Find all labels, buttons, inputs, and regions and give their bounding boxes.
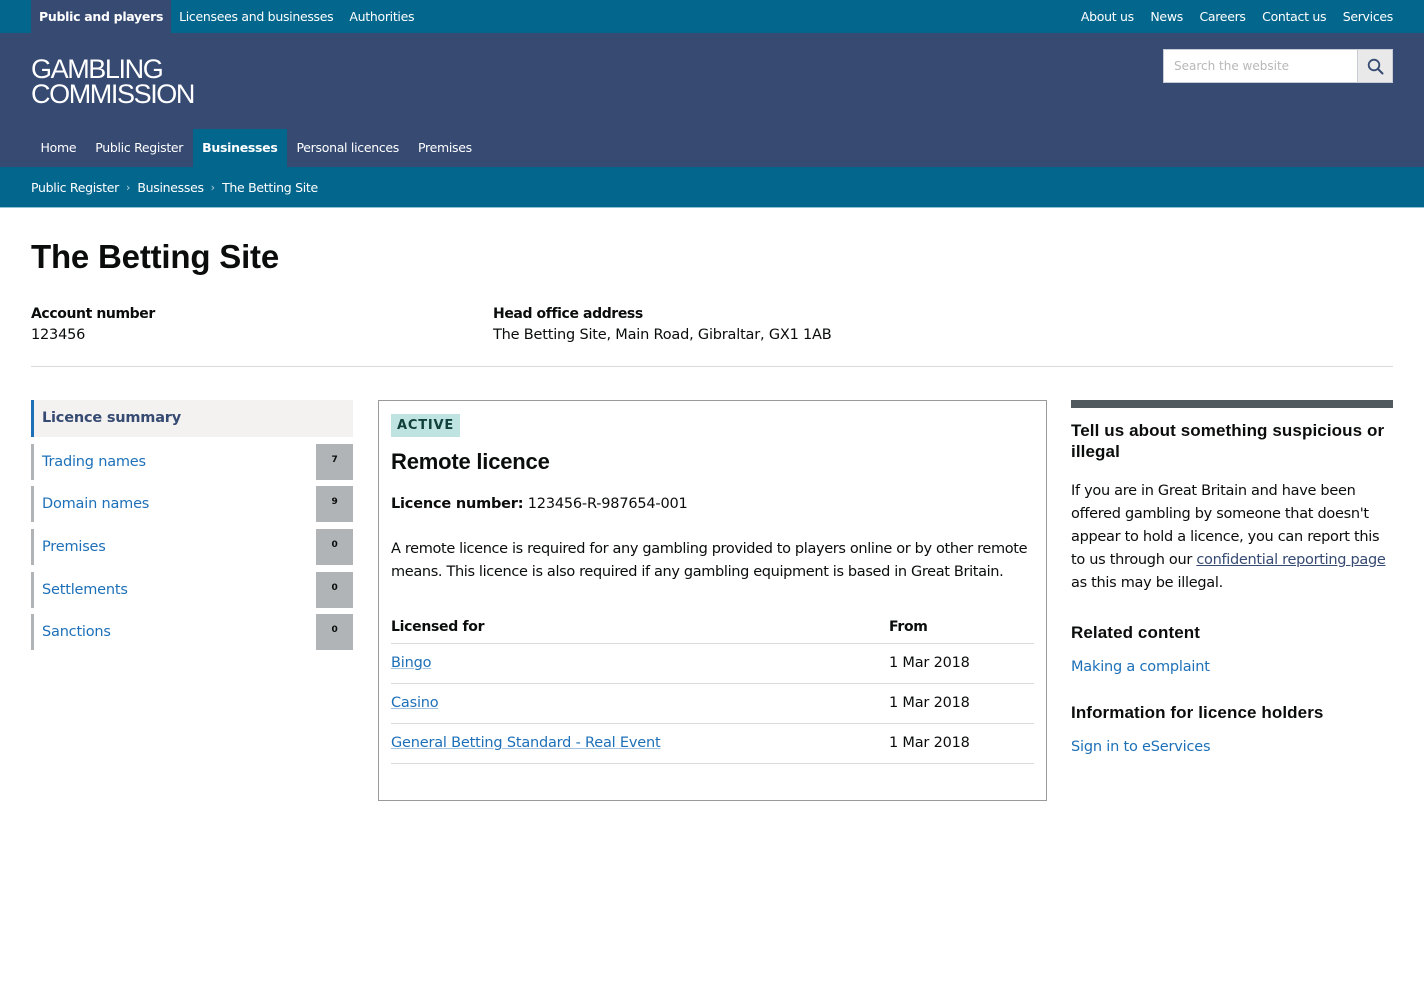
confidential-reporting-link[interactable]: confidential reporting page bbox=[1196, 552, 1385, 568]
licence-sidebar-nav: Licence summary Trading names 7 Domain n… bbox=[31, 400, 353, 651]
sidebar-item-licence-summary[interactable]: Licence summary bbox=[31, 400, 353, 437]
licence-holders-heading: Information for licence holders bbox=[1071, 703, 1324, 722]
table-header-row: Licensed for From bbox=[391, 611, 1034, 644]
sign-in-eservices-link[interactable]: Sign in to eServices bbox=[1071, 739, 1393, 755]
account-number-value: 123456 bbox=[31, 327, 86, 343]
audience-nav: Public and players Licensees and busines… bbox=[31, 0, 422, 33]
count-badge: 0 bbox=[316, 529, 353, 566]
nav-home[interactable]: Home bbox=[31, 129, 86, 167]
site-search bbox=[1163, 49, 1393, 83]
licence-title: Remote licence bbox=[391, 449, 550, 474]
activity-from-date: 1 Mar 2018 bbox=[889, 723, 1034, 764]
activity-link-bingo[interactable]: Bingo bbox=[391, 655, 431, 671]
licensed-activities-table: Licensed for From Bingo 1 Mar 2018 Casin… bbox=[391, 611, 1034, 764]
sidebar-item-label: Domain names bbox=[42, 496, 150, 513]
suspicious-heading: Tell us about something suspicious or il… bbox=[1071, 421, 1385, 461]
head-office-address-value: The Betting Site, Main Road, Gibraltar, … bbox=[493, 327, 832, 343]
breadcrumb-bar: Public Register › Businesses › The Betti… bbox=[0, 167, 1424, 208]
table-row: General Betting Standard - Real Event 1 … bbox=[391, 723, 1034, 764]
sidebar-item-label: Settlements bbox=[42, 581, 128, 598]
suspicious-text: If you are in Great Britain and have bee… bbox=[1071, 480, 1393, 595]
search-button[interactable] bbox=[1357, 50, 1392, 82]
count-badge: 0 bbox=[316, 614, 353, 651]
status-badge: ACTIVE bbox=[391, 414, 461, 437]
sidebar-item-label: Sanctions bbox=[42, 624, 111, 641]
activity-from-date: 1 Mar 2018 bbox=[889, 643, 1034, 684]
audience-tab-public-and-players[interactable]: Public and players bbox=[31, 0, 172, 33]
sidebar-item-premises[interactable]: Premises 0 bbox=[31, 529, 353, 566]
column-header-licensed-for: Licensed for bbox=[391, 611, 889, 644]
table-row: Casino 1 Mar 2018 bbox=[391, 683, 1034, 724]
head-office-address-label: Head office address bbox=[493, 306, 643, 322]
logo-line-2: COMMISSION bbox=[31, 79, 195, 109]
utility-link-news[interactable]: News bbox=[1134, 0, 1183, 33]
breadcrumb: Public Register › Businesses › The Betti… bbox=[31, 167, 318, 207]
utility-link-services[interactable]: Services bbox=[1326, 0, 1394, 33]
account-number-block: Account number 123456 bbox=[31, 304, 155, 346]
making-a-complaint-link[interactable]: Making a complaint bbox=[1071, 659, 1393, 675]
related-aside: Tell us about something suspicious or il… bbox=[1071, 400, 1393, 755]
suspicious-text-after: as this may be illegal. bbox=[1071, 575, 1223, 591]
sidebar-item-label: Trading names bbox=[42, 453, 146, 470]
licence-number-label: Licence number: bbox=[391, 496, 524, 512]
page-title: The Betting Site bbox=[31, 238, 279, 275]
utility-link-careers[interactable]: Careers bbox=[1183, 0, 1245, 33]
top-utility-bar: Public and players Licensees and busines… bbox=[0, 0, 1424, 33]
chevron-right-icon: › bbox=[210, 180, 216, 194]
account-number-label: Account number bbox=[31, 306, 155, 322]
search-icon bbox=[1367, 58, 1383, 74]
licence-description: A remote licence is required for any gam… bbox=[391, 541, 1028, 580]
search-input[interactable] bbox=[1164, 50, 1357, 82]
related-content-heading: Related content bbox=[1071, 623, 1201, 642]
licence-number: Licence number: 123456-R-987654-001 bbox=[391, 496, 688, 512]
utility-link-contact-us[interactable]: Contact us bbox=[1246, 0, 1326, 33]
table-row: Bingo 1 Mar 2018 bbox=[391, 643, 1034, 684]
breadcrumb-public-register[interactable]: Public Register bbox=[31, 180, 119, 195]
audience-tab-licensees-and-businesses[interactable]: Licensees and businesses bbox=[171, 0, 341, 33]
site-header: GAMBLING COMMISSION Home Public Register… bbox=[0, 33, 1424, 167]
licence-card: ACTIVE Remote licence Licence number: 12… bbox=[378, 400, 1047, 801]
nav-public-register[interactable]: Public Register bbox=[86, 129, 193, 167]
activity-link-casino[interactable]: Casino bbox=[391, 695, 439, 711]
head-office-address-block: Head office address The Betting Site, Ma… bbox=[493, 304, 832, 346]
chevron-right-icon: › bbox=[125, 180, 131, 194]
activity-link-general-betting[interactable]: General Betting Standard - Real Event bbox=[391, 735, 661, 751]
audience-tab-authorities[interactable]: Authorities bbox=[341, 0, 422, 33]
section-divider bbox=[31, 366, 1393, 367]
count-badge: 7 bbox=[316, 443, 353, 480]
sidebar-item-settlements[interactable]: Settlements 0 bbox=[31, 571, 353, 608]
column-header-from: From bbox=[889, 611, 1034, 644]
breadcrumb-current: The Betting Site bbox=[222, 179, 318, 195]
utility-link-about-us[interactable]: About us bbox=[1064, 0, 1134, 33]
count-badge: 0 bbox=[316, 571, 353, 608]
sidebar-item-trading-names[interactable]: Trading names 7 bbox=[31, 443, 353, 480]
sidebar-item-sanctions[interactable]: Sanctions 0 bbox=[31, 614, 353, 651]
sidebar-item-domain-names[interactable]: Domain names 9 bbox=[31, 486, 353, 523]
main-nav: Home Public Register Businesses Personal… bbox=[31, 129, 481, 167]
breadcrumb-businesses[interactable]: Businesses bbox=[137, 180, 204, 195]
gambling-commission-logo[interactable]: GAMBLING COMMISSION bbox=[31, 56, 195, 109]
nav-premises[interactable]: Premises bbox=[409, 129, 482, 167]
utility-nav: About us News Careers Contact us Service… bbox=[1064, 0, 1393, 33]
count-badge: 9 bbox=[316, 486, 353, 523]
aside-top-bar bbox=[1071, 400, 1393, 408]
nav-personal-licences[interactable]: Personal licences bbox=[287, 129, 409, 167]
activity-from-date: 1 Mar 2018 bbox=[889, 683, 1034, 724]
nav-businesses[interactable]: Businesses bbox=[192, 129, 287, 167]
licence-number-value: 123456-R-987654-001 bbox=[527, 496, 688, 512]
sidebar-item-label: Premises bbox=[42, 539, 106, 556]
